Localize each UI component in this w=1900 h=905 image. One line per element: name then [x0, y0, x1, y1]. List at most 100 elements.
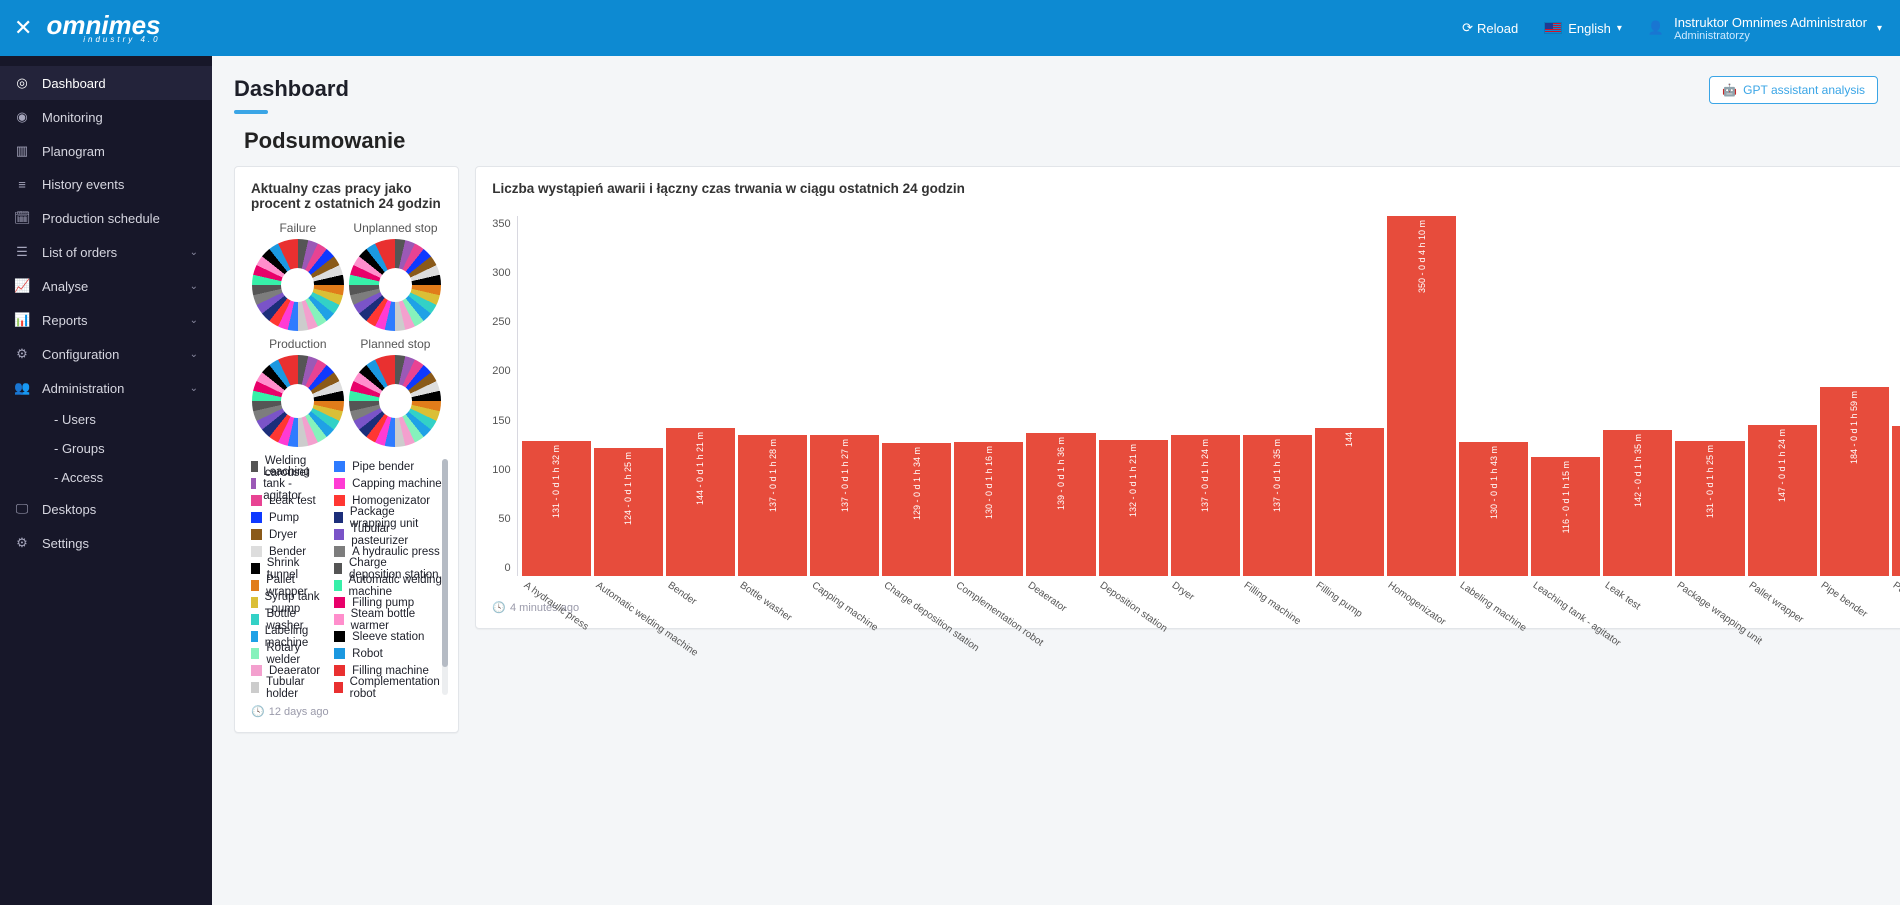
- reload-icon: ⟳: [1462, 20, 1473, 36]
- user-menu[interactable]: 👤 Instruktor Omnimes Administrator Admin…: [1648, 15, 1882, 42]
- nav-label: Settings: [42, 536, 89, 551]
- nav-icon: 📊: [14, 312, 30, 328]
- donut-chart[interactable]: [349, 355, 441, 447]
- sidebar-item[interactable]: ☰List of orders⌄: [0, 235, 212, 269]
- gpt-assistant-button[interactable]: 🤖 GPT assistant analysis: [1709, 76, 1878, 104]
- legend-swatch: [334, 461, 345, 472]
- sidebar-subitem[interactable]: - Access: [44, 463, 212, 492]
- legend-item[interactable]: Tubular pasteurizer: [334, 527, 442, 542]
- logo[interactable]: omnimes industry 4.0: [46, 12, 160, 44]
- bar-value-label: 147 - 0 d 1 h 24 m: [1777, 429, 1787, 502]
- bar[interactable]: 129 - 0 d 1 h 34 m: [882, 443, 951, 576]
- nav-icon: ◉: [14, 109, 30, 125]
- bar[interactable]: 146 - 0 d 1 h 31 m: [1892, 426, 1900, 576]
- legend-item[interactable]: Leaching tank - agitator: [251, 476, 320, 491]
- nav-sub: - Users- Groups - Access: [0, 405, 212, 492]
- section-title: Podsumowanie: [234, 128, 1878, 154]
- bar-value-label: 130 - 0 d 1 h 16 m: [984, 446, 994, 519]
- nav-icon: ☰: [14, 244, 30, 260]
- nav-icon: 🗓: [14, 210, 30, 226]
- page-title: Dashboard: [234, 76, 349, 114]
- nav-icon: ≡: [14, 177, 30, 192]
- sidebar-item[interactable]: 📊Reports⌄: [0, 303, 212, 337]
- sidebar-item[interactable]: 👥Administration⌄: [0, 371, 212, 405]
- sidebar-item[interactable]: 🗓Production schedule: [0, 201, 212, 235]
- legend-item[interactable]: Capping machine: [334, 476, 442, 491]
- legend-text: Steam bottle warmer: [351, 608, 443, 632]
- reload-button[interactable]: ⟳ Reload: [1462, 20, 1518, 36]
- bar-value-label: 184 - 0 d 1 h 59 m: [1849, 391, 1859, 464]
- sidebar-item[interactable]: 🖵Desktops: [0, 492, 212, 526]
- bar[interactable]: 132 - 0 d 1 h 21 m: [1099, 440, 1168, 576]
- sidebar-subitem[interactable]: - Users: [44, 405, 212, 434]
- donut-chart[interactable]: [252, 355, 344, 447]
- sidebar-item[interactable]: 📈Analyse⌄: [0, 269, 212, 303]
- y-tick: 350: [492, 218, 510, 230]
- bar[interactable]: 137 - 0 d 1 h 35 m: [1243, 435, 1312, 576]
- legend-swatch: [251, 461, 258, 472]
- close-icon[interactable]: ✕: [14, 17, 32, 39]
- bar[interactable]: 137 - 0 d 1 h 28 m: [738, 435, 807, 576]
- clock-icon: 🕓: [251, 705, 265, 718]
- donut-chart[interactable]: [252, 239, 344, 331]
- legend-item[interactable]: Complementation robot: [334, 680, 442, 695]
- legend-item[interactable]: Steam bottle warmer: [334, 612, 442, 627]
- legend-swatch: [251, 512, 262, 523]
- legend-item[interactable]: Pipe bender: [334, 459, 442, 474]
- legend-swatch: [251, 665, 262, 676]
- bar[interactable]: 184 - 0 d 1 h 59 m: [1820, 387, 1889, 576]
- y-tick: 50: [498, 513, 510, 525]
- legend-item[interactable]: Pump: [251, 510, 320, 525]
- sidebar-item[interactable]: ⚙Settings: [0, 526, 212, 560]
- sidebar-item[interactable]: ◉Monitoring: [0, 100, 212, 134]
- legend-item[interactable]: Rotary welder: [251, 646, 320, 661]
- bar[interactable]: 147 - 0 d 1 h 24 m: [1748, 425, 1817, 576]
- bar[interactable]: 144: [1315, 428, 1384, 576]
- sidebar-item[interactable]: ▥Planogram: [0, 134, 212, 168]
- bar-value-label: 144 - 0 d 1 h 21 m: [695, 432, 705, 505]
- y-tick: 250: [492, 316, 510, 328]
- legend-item[interactable]: Robot: [334, 646, 442, 661]
- bar[interactable]: 144 - 0 d 1 h 21 m: [666, 428, 735, 576]
- donut-chart[interactable]: [349, 239, 441, 331]
- legend-swatch: [334, 563, 342, 574]
- legend-text: Capping machine: [352, 478, 442, 490]
- legend-item[interactable]: Leak test: [251, 493, 320, 508]
- sidebar-subitem[interactable]: - Groups: [44, 434, 212, 463]
- legend-item[interactable]: Dryer: [251, 527, 320, 542]
- legend-swatch: [334, 682, 343, 693]
- sidebar-item[interactable]: ≡History events: [0, 168, 212, 201]
- user-role: Administratorzy: [1674, 30, 1867, 42]
- legend-text: Dryer: [269, 529, 297, 541]
- bar[interactable]: 139 - 0 d 1 h 36 m: [1026, 433, 1095, 576]
- legend-scrollbar[interactable]: [442, 459, 448, 695]
- y-tick: 150: [492, 415, 510, 427]
- nav-label: Administration: [42, 381, 124, 396]
- bar[interactable]: 131 - 0 d 1 h 32 m: [522, 441, 591, 576]
- bar[interactable]: 137 - 0 d 1 h 24 m: [1171, 435, 1240, 576]
- card-title: Liczba wystąpień awarii i łączny czas tr…: [492, 181, 1900, 196]
- bar[interactable]: 130 - 0 d 1 h 16 m: [954, 442, 1023, 576]
- bar[interactable]: 350 - 0 d 4 h 10 m: [1387, 216, 1456, 576]
- legend-item[interactable]: Automatic welding machine: [334, 578, 442, 593]
- legend-swatch: [251, 478, 256, 489]
- bar[interactable]: 130 - 0 d 1 h 43 m: [1459, 442, 1528, 576]
- bar[interactable]: 142 - 0 d 1 h 35 m: [1603, 430, 1672, 576]
- bar-value-label: 137 - 0 d 1 h 28 m: [768, 439, 778, 512]
- bar[interactable]: 124 - 0 d 1 h 25 m: [594, 448, 663, 576]
- sidebar: ◎Dashboard◉Monitoring▥Planogram≡History …: [0, 56, 212, 905]
- bar[interactable]: 116 - 0 d 1 h 15 m: [1531, 457, 1600, 576]
- bar[interactable]: 131 - 0 d 1 h 25 m: [1675, 441, 1744, 576]
- nav-icon: ◎: [14, 75, 30, 91]
- scrollbar-thumb[interactable]: [442, 459, 448, 667]
- card-title: Aktualny czas pracy jako procent z ostat…: [251, 181, 442, 211]
- legend-item[interactable]: Sleeve station: [334, 629, 442, 644]
- legend-item[interactable]: Tubular holder: [251, 680, 320, 695]
- bar[interactable]: 137 - 0 d 1 h 27 m: [810, 435, 879, 576]
- sidebar-item[interactable]: ◎Dashboard: [0, 66, 212, 100]
- language-selector[interactable]: English ▾: [1544, 21, 1622, 36]
- logo-subtitle: industry 4.0: [46, 36, 160, 44]
- nav-label: - Access: [54, 470, 103, 485]
- bar-value-label: 137 - 0 d 1 h 24 m: [1200, 439, 1210, 512]
- sidebar-item[interactable]: ⚙Configuration⌄: [0, 337, 212, 371]
